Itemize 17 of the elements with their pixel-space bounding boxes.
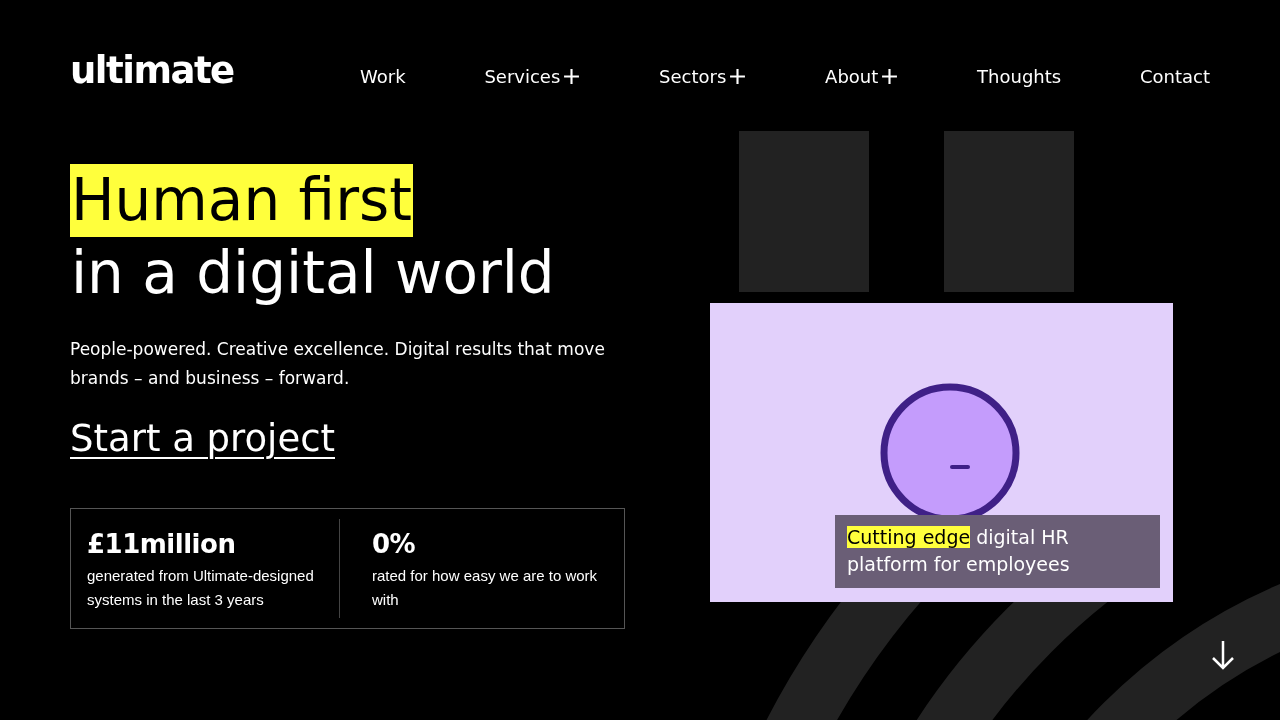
nav-link[interactable]: Work [360, 65, 406, 87]
stat-description: generated from Ultimate-designed systems in the last 3 years [87, 566, 315, 610]
stat-value: £11million [87, 529, 237, 559]
nav-link[interactable]: About [825, 65, 899, 87]
stat-value: 0% [372, 529, 417, 559]
caption-text: Cutting edge digital HR platform for employees [835, 515, 1160, 588]
headline-line: in a digital world [70, 237, 556, 309]
nav-link[interactable]: Thoughts [977, 65, 1062, 87]
nav-link[interactable]: Sectors [659, 65, 747, 87]
stat-description: rated for how easy we are to work with [372, 566, 599, 610]
down-arrow-icon[interactable] [1211, 640, 1235, 670]
nav-link[interactable]: Services [484, 65, 581, 87]
intro-text: People-powered. Creative excellence. Digital results that move brands – and business – forward. [70, 338, 606, 390]
start-project-link[interactable]: Start a project [70, 417, 335, 460]
nav-link[interactable]: Contact [1139, 65, 1210, 87]
logo[interactable]: ultimate [70, 48, 290, 92]
showcase-card[interactable]: Cutting edge digital HR platform for employees [710, 303, 1173, 602]
